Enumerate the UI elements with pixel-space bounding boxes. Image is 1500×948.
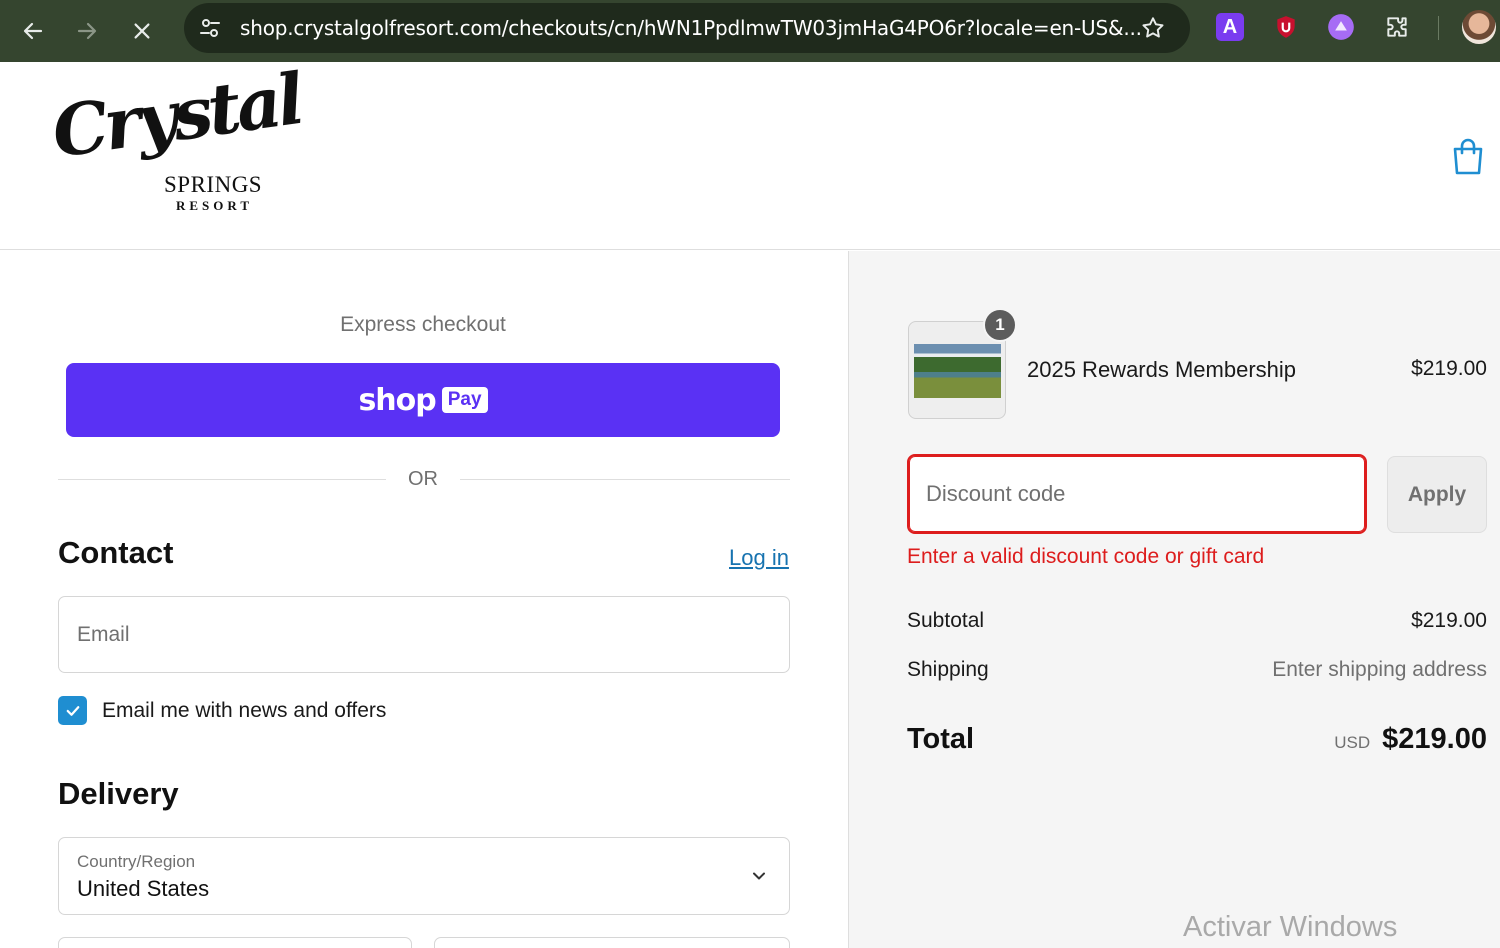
login-link[interactable]: Log in xyxy=(729,545,789,571)
checkmark-icon xyxy=(66,705,79,716)
product-name: 2025 Rewards Membership xyxy=(1027,357,1297,382)
total-value: $219.00 xyxy=(1382,723,1487,755)
circle-extension-icon[interactable] xyxy=(1327,13,1355,41)
back-button[interactable] xyxy=(14,12,52,50)
product-price: $219.00 xyxy=(1411,357,1487,380)
discount-error-message: Enter a valid discount code or gift card xyxy=(907,545,1265,568)
delivery-heading: Delivery xyxy=(58,776,179,811)
logo-resort: RESORT xyxy=(176,198,254,213)
order-summary: 1 2025 Rewards Membership $219.00 Apply … xyxy=(848,251,1500,948)
close-icon xyxy=(134,23,150,39)
shipping-value: Enter shipping address xyxy=(1272,658,1487,681)
shield-u-extension-icon[interactable] xyxy=(1272,13,1300,41)
divider-right xyxy=(460,479,790,480)
total-amount: USD $219.00 xyxy=(1334,723,1487,756)
quantity-badge: 1 xyxy=(983,308,1017,342)
puzzle-icon[interactable] xyxy=(1383,13,1411,41)
country-select[interactable]: Country/Region United States xyxy=(58,837,790,915)
a-extension-icon[interactable]: A xyxy=(1216,13,1244,41)
shop-pay-button[interactable]: shop Pay xyxy=(66,363,780,437)
address-bar[interactable]: shop.crystalgolfresort.com/checkouts/cn/… xyxy=(184,3,1190,53)
or-separator: OR xyxy=(408,468,438,490)
toolbar-divider xyxy=(1438,16,1439,40)
country-value: United States xyxy=(77,876,210,901)
shop-pay-word: shop xyxy=(358,382,436,418)
shop-pay-badge: Pay xyxy=(441,387,488,413)
arrow-left-icon xyxy=(23,22,43,40)
crystal-springs-logo[interactable]: Crystal SPRINGS RESORT xyxy=(47,57,305,216)
total-currency: USD xyxy=(1334,733,1371,752)
stop-loading-button[interactable] xyxy=(123,12,161,50)
newsletter-label[interactable]: Email me with news and offers xyxy=(102,699,386,723)
product-image xyxy=(914,344,1001,398)
logo-springs: SPRINGS xyxy=(164,172,263,197)
email-field[interactable] xyxy=(58,596,790,673)
country-label: Country/Region xyxy=(77,852,196,871)
logo-script: Crystal xyxy=(47,57,306,174)
shipping-label: Shipping xyxy=(907,658,989,681)
url-text: shop.crystalgolfresort.com/checkouts/cn/… xyxy=(240,16,1142,40)
contact-heading: Contact xyxy=(58,535,174,570)
site-settings-icon[interactable] xyxy=(198,16,222,40)
windows-activation-watermark: Activar Windows xyxy=(1183,911,1398,943)
apply-discount-button[interactable]: Apply xyxy=(1387,456,1487,533)
express-checkout-title: Express checkout xyxy=(340,313,506,336)
profile-avatar[interactable] xyxy=(1462,10,1496,44)
store-header: Crystal SPRINGS RESORT xyxy=(0,57,1500,250)
subtotal-label: Subtotal xyxy=(907,609,985,632)
email-input[interactable] xyxy=(59,597,789,672)
checkout-form: Express checkout shop Pay OR Contact Log… xyxy=(0,251,848,948)
last-name-field[interactable] xyxy=(434,937,790,948)
chevron-down-icon xyxy=(753,872,765,880)
discount-code-input[interactable] xyxy=(909,456,1365,532)
bookmark-star-icon[interactable] xyxy=(1140,15,1166,41)
shopping-bag-icon[interactable] xyxy=(1450,136,1486,176)
arrow-right-icon xyxy=(77,22,97,40)
discount-field[interactable] xyxy=(907,454,1367,534)
divider-left xyxy=(58,479,386,480)
browser-toolbar: shop.crystalgolfresort.com/checkouts/cn/… xyxy=(0,0,1500,62)
first-name-field[interactable] xyxy=(58,937,412,948)
forward-button[interactable] xyxy=(68,12,106,50)
total-label: Total xyxy=(907,723,975,755)
newsletter-checkbox[interactable] xyxy=(58,696,87,725)
subtotal-value: $219.00 xyxy=(1411,609,1487,632)
